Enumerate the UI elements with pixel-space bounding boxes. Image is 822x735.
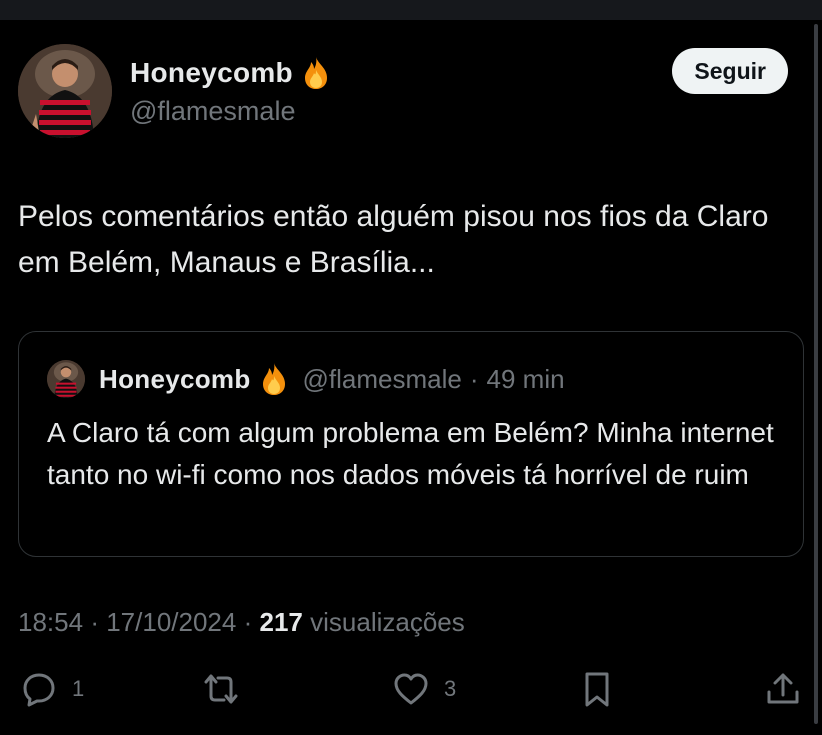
tweet-time[interactable]: 18:54 (18, 607, 83, 637)
quoted-tweet-header: Honeycomb @flamesmale · 49 min (47, 360, 565, 398)
views-count: 217 (259, 607, 303, 637)
quoted-timestamp: 49 min (486, 363, 565, 394)
retweet-button[interactable] (202, 670, 254, 708)
reply-button[interactable]: 1 (20, 670, 84, 708)
heart-icon (394, 673, 428, 705)
tweet-header: Honeycomb @flamesmale Seguir (18, 44, 788, 140)
meta-separator: · (90, 607, 99, 637)
meta-separator: · (243, 607, 253, 637)
quoted-author-name: Honeycomb (99, 363, 251, 394)
reply-icon (23, 673, 55, 707)
avatar[interactable] (18, 44, 112, 138)
scrollbar[interactable] (814, 24, 818, 724)
like-button[interactable]: 3 (392, 670, 456, 708)
fire-icon (259, 362, 289, 396)
bookmark-icon (585, 672, 609, 707)
quoted-separator: · (469, 363, 479, 394)
share-button[interactable] (764, 670, 802, 708)
author-name-row: Honeycomb (130, 56, 331, 90)
tweet-date[interactable]: 17/10/2024 (106, 607, 236, 637)
quoted-tweet[interactable]: Honeycomb @flamesmale · 49 min A Claro t… (18, 331, 804, 557)
author-name[interactable]: Honeycomb (130, 57, 293, 89)
share-icon (767, 673, 799, 704)
views-label: visualizações (310, 607, 465, 637)
quoted-author-handle: @flamesmale (302, 363, 462, 394)
quoted-tweet-text: A Claro tá com algum problema em Belém? … (47, 417, 774, 490)
action-bar: 1 3 (0, 670, 822, 720)
top-bar (0, 0, 822, 20)
tweet-text: Pelos comentários então alguém pisou nos… (18, 200, 769, 279)
bookmark-button[interactable] (578, 670, 616, 708)
like-count: 3 (444, 676, 457, 701)
quoted-avatar-image (47, 360, 85, 398)
tweet-meta: 18:54 · 17/10/2024 · 217 visualizações (18, 607, 465, 638)
follow-button[interactable]: Seguir (672, 48, 788, 94)
fire-icon (301, 56, 331, 90)
retweet-icon (204, 674, 238, 704)
avatar-image (18, 44, 112, 138)
reply-count: 1 (72, 676, 85, 701)
quoted-avatar (47, 360, 85, 398)
author-handle[interactable]: @flamesmale (130, 96, 295, 127)
